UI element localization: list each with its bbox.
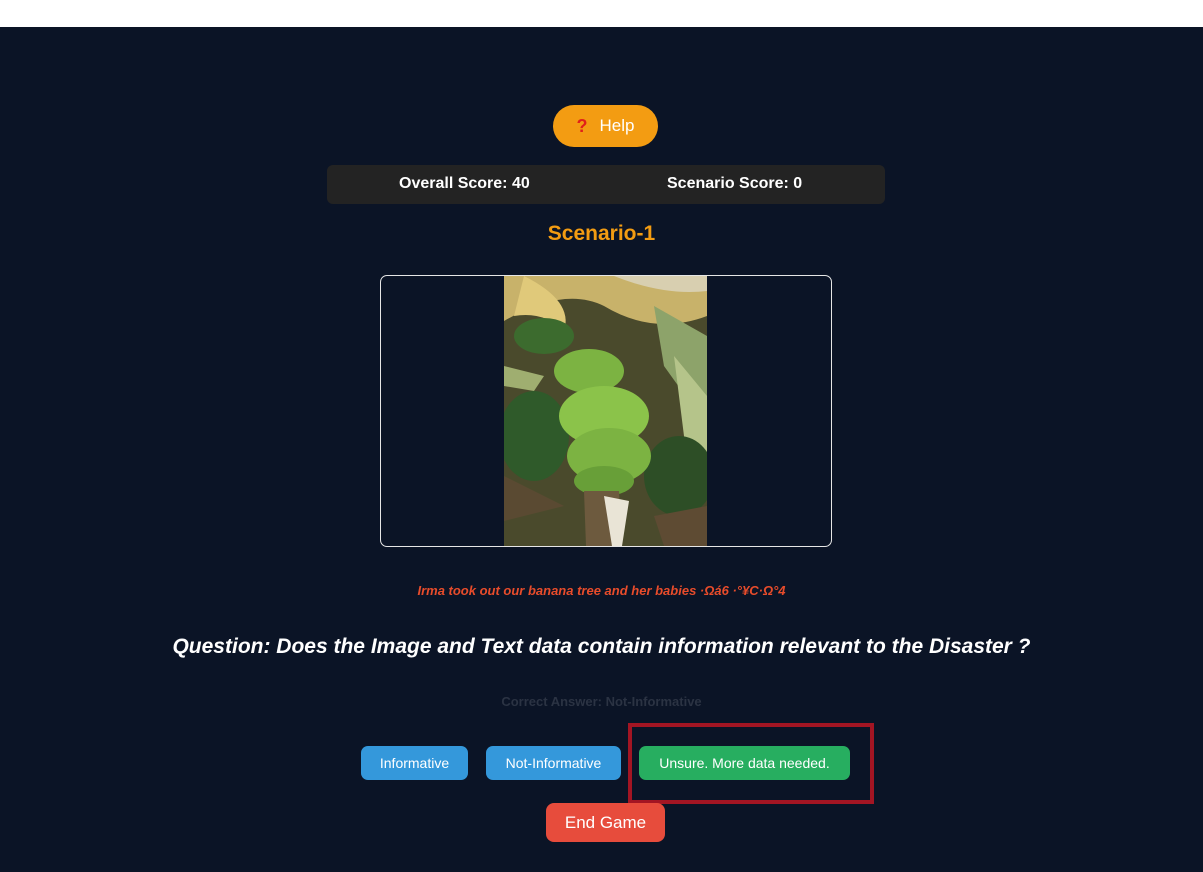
question-icon: ?	[576, 115, 588, 136]
correct-answer-text: Correct Answer: Not-Informative	[501, 694, 702, 709]
help-button[interactable]: ? Help	[553, 105, 658, 147]
selection-highlight-box	[628, 723, 874, 804]
overall-score: Overall Score: 40	[399, 175, 530, 192]
informative-button[interactable]: Informative	[361, 746, 468, 780]
help-label: Help	[599, 116, 635, 135]
browser-top-strip	[0, 0, 1203, 27]
scenario-title: Scenario-1	[547, 222, 656, 245]
scenario-image-frame	[380, 275, 832, 547]
question-text: Question: Does the Image and Text data c…	[172, 635, 1031, 658]
end-game-button[interactable]: End Game	[546, 803, 665, 842]
scenario-photo	[504, 276, 707, 546]
game-stage: ? Help Overall Score: 40 Scenario Score:…	[0, 27, 1203, 872]
not-informative-button[interactable]: Not-Informative	[486, 746, 621, 780]
scenario-score: Scenario Score: 0	[667, 175, 803, 192]
scenario-caption: Irma took out our banana tree and her ba…	[417, 583, 786, 598]
score-bar: Overall Score: 40 Scenario Score: 0	[327, 165, 885, 204]
